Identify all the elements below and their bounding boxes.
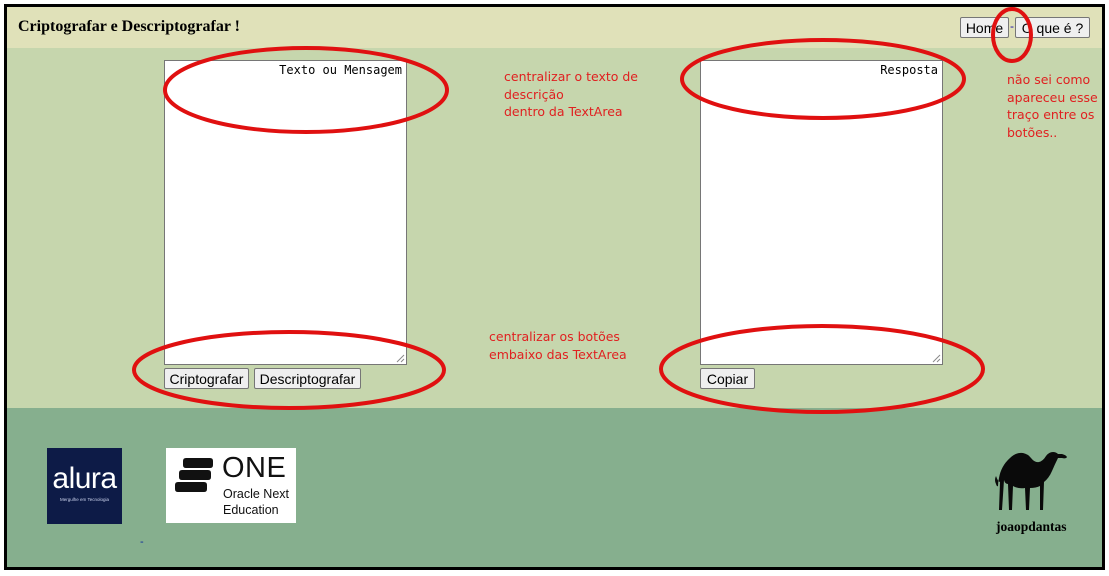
author-name: joaopdantas — [996, 519, 1067, 534]
oracle-one-logo: ONE Oracle Next Education — [166, 448, 296, 523]
message-textarea[interactable]: Texto ou Mensagem — [164, 60, 407, 365]
one-mark-icon — [175, 458, 213, 492]
annotation-center-buttons: centralizar os botões embaixo das TextAr… — [489, 329, 627, 362]
page-frame: Criptografar e Descriptografar ! Home - … — [4, 4, 1105, 570]
annotation-center-placeholder: centralizar o texto de descrição dentro … — [504, 69, 639, 119]
decrypt-button[interactable]: Descriptografar — [254, 368, 361, 389]
annotation-dash-question: não sei como apareceu esse traço entre o… — [1007, 72, 1098, 140]
main-section: Texto ou Mensagem Criptografar Descripto… — [7, 48, 1102, 408]
footer-separator-link[interactable]: - — [140, 536, 144, 548]
home-button[interactable]: Home — [960, 17, 1009, 38]
one-subtitle-line1: Oracle Next — [223, 487, 289, 501]
encrypt-button[interactable]: Criptografar — [164, 368, 249, 389]
alura-logo-wordmark: alura — [52, 462, 117, 495]
page-title: Criptografar e Descriptografar ! — [18, 18, 240, 35]
footer: alura Mergulhe em Tecnologia ONE Oracle … — [7, 408, 1102, 567]
header: Criptografar e Descriptografar ! Home - … — [7, 7, 1102, 48]
what-is-button[interactable]: O que é ? — [1015, 17, 1090, 38]
one-wordmark: ONE — [222, 452, 287, 484]
alura-logo: alura Mergulhe em Tecnologia — [47, 448, 122, 524]
nav-separator-link[interactable]: - — [1010, 19, 1014, 33]
resize-grip-icon[interactable] — [932, 354, 941, 363]
alura-logo-tagline: Mergulhe em Tecnologia — [60, 497, 109, 502]
response-textarea[interactable]: Resposta — [700, 60, 943, 365]
resize-grip-icon[interactable] — [396, 354, 405, 363]
copy-button[interactable]: Copiar — [700, 368, 755, 389]
camel-icon — [995, 452, 1067, 510]
one-subtitle-line2: Education — [223, 503, 279, 517]
